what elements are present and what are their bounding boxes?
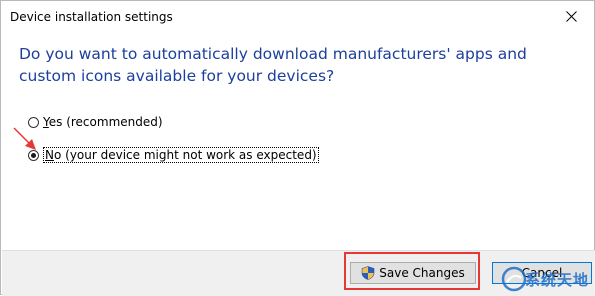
radio-label-yes-text: es (recommended) [48,115,163,129]
save-changes-label: Save Changes [379,266,465,280]
save-changes-button[interactable]: Save Changes [350,262,476,284]
radio-label-no-text: o (your device might not work as expecte… [53,148,317,162]
dialog-question: Do you want to automatically download ma… [19,45,527,85]
cancel-label: Cancel [521,266,563,280]
uac-shield-icon [362,266,375,280]
radio-option-no[interactable]: No (your device might not work as expect… [28,147,319,163]
radio-label-no: No (your device might not work as expect… [43,147,319,163]
red-arrow-annotation [13,127,36,150]
radio-label-yes: Yes (recommended) [43,115,163,129]
title-bar: Device installation settings [1,1,594,33]
dialog-footer: Save Changes Cancel [2,250,595,296]
cancel-button[interactable]: Cancel [492,262,592,284]
accesskey-no: N [45,148,54,162]
window-title: Device installation settings [10,10,173,24]
close-button[interactable] [548,1,594,32]
dialog-window: Device installation settings Do you want… [0,0,595,296]
radio-option-yes[interactable]: Yes (recommended) [28,115,163,129]
close-icon [565,11,577,22]
